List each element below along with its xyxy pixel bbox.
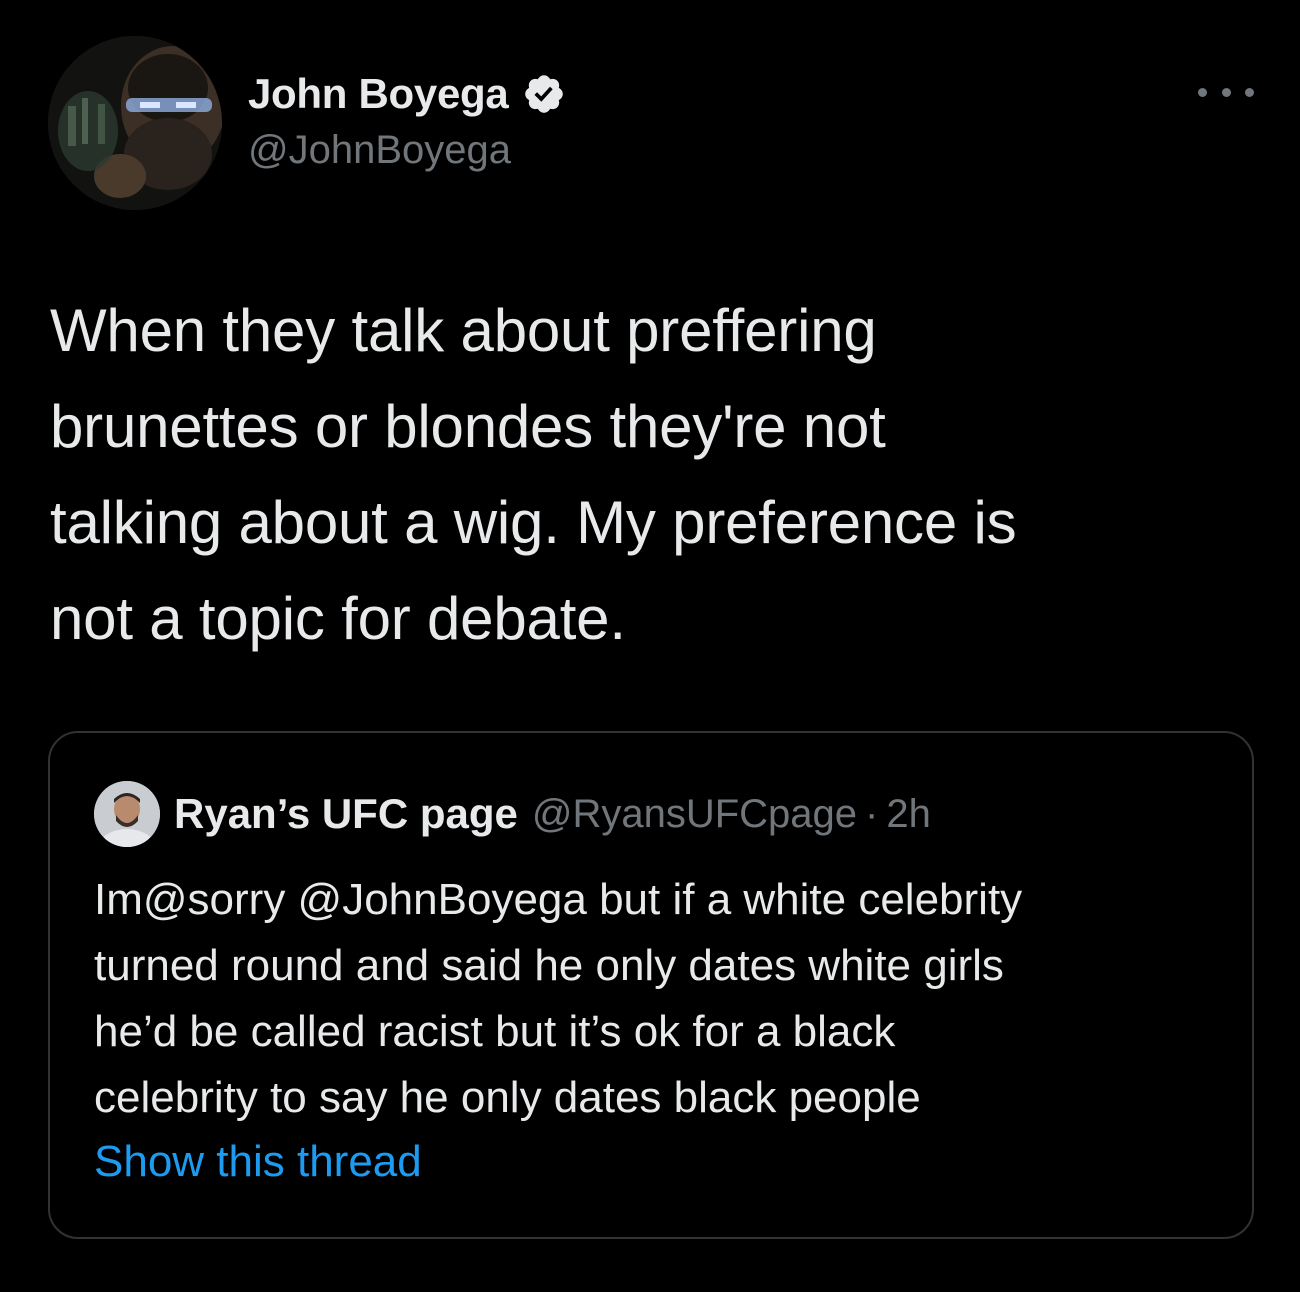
tweet-text: When they talk about preffering brunette… — [50, 297, 1017, 652]
quoted-tweet-text: Im@sorry @JohnBoyega but if a white cele… — [94, 875, 1023, 1122]
author-avatar-image — [48, 36, 222, 210]
more-dot — [1245, 87, 1254, 97]
more-dot — [1221, 87, 1231, 97]
quoted-author-display-name[interactable]: Ryan’s UFC page — [174, 790, 518, 838]
more-dot — [1198, 87, 1207, 97]
quoted-author-handle[interactable]: @RyansUFCpage — [532, 792, 857, 837]
quoted-tweet-header: Ryan’s UFC page @RyansUFCpage · 2h — [94, 781, 931, 847]
quoted-author-avatar-image — [94, 781, 160, 847]
tweet: John Boyega @JohnBoyega When they talk a… — [0, 0, 1300, 1292]
quoted-author-avatar[interactable] — [94, 781, 160, 847]
quoted-tweet-card[interactable]: Ryan’s UFC page @RyansUFCpage · 2h Im@so… — [48, 731, 1254, 1239]
quoted-meta-separator: · — [865, 791, 879, 836]
verified-badge-icon — [522, 72, 566, 116]
quoted-tweet-timestamp[interactable]: 2h — [886, 792, 931, 837]
author-display-name[interactable]: John Boyega — [248, 70, 509, 118]
author-name-row: John Boyega — [248, 66, 566, 122]
author-handle[interactable]: @JohnBoyega — [248, 128, 511, 173]
more-options-icon[interactable] — [1198, 80, 1254, 104]
show-thread-link[interactable]: Show this thread — [94, 1137, 422, 1187]
author-avatar[interactable] — [48, 36, 222, 210]
